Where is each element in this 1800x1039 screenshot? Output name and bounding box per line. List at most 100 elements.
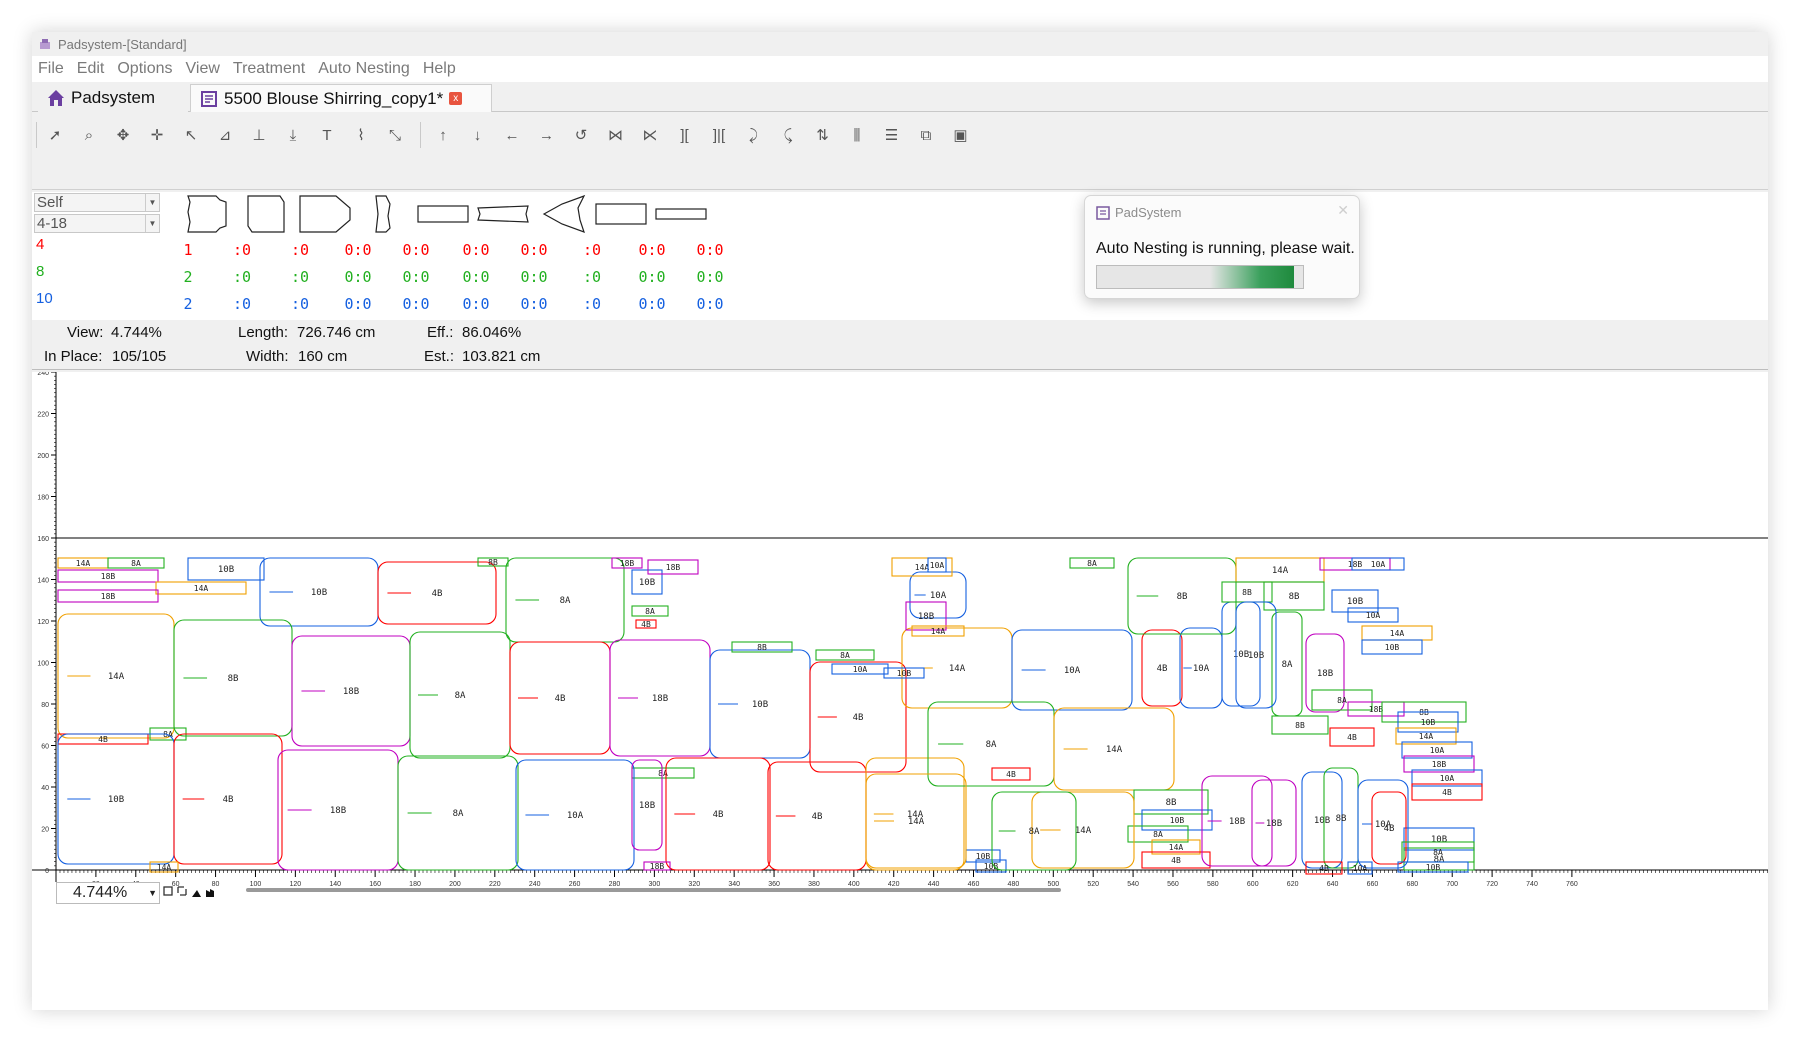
piece-label: 4B [1171, 856, 1181, 865]
menu-view[interactable]: View [180, 60, 227, 78]
piece-label: 4B [432, 589, 443, 599]
ruler-icon[interactable]: ⌇ [346, 121, 376, 149]
piece-label: 8B [1177, 592, 1188, 602]
curve-icon[interactable]: ⤹ [773, 121, 803, 149]
piece-count: 0:0 [344, 268, 372, 286]
width-value: 160 cm [298, 348, 348, 365]
piece-label: 10B [984, 862, 999, 871]
gap-icon[interactable]: ][ [670, 121, 700, 149]
x-tick-label: 600 [1247, 881, 1259, 888]
piece-label: 10B [311, 588, 327, 598]
piece-count: :0 [290, 241, 310, 259]
piece-label: 10B [108, 795, 124, 805]
columns-icon[interactable]: ⫼ [842, 121, 872, 149]
pointer-icon[interactable]: ↖ [176, 121, 206, 149]
menu-treatment[interactable]: Treatment [227, 60, 312, 78]
size-quantity[interactable]: 1 [160, 241, 216, 259]
piece-label: 14A [1169, 843, 1184, 852]
piece-count: 0:0 [696, 268, 724, 286]
drop-icon[interactable]: ⤓ [278, 121, 308, 149]
bend-icon[interactable]: ⤸ [739, 121, 769, 149]
menu-file[interactable]: File [32, 60, 71, 78]
space-icon[interactable]: ]|[ [704, 121, 734, 149]
stack-icon[interactable]: ⇅ [808, 121, 838, 149]
group-icon[interactable]: ⧉ [911, 121, 941, 149]
x-tick-label: 260 [569, 881, 581, 888]
piece-label: 8A [1029, 827, 1040, 837]
horizontal-scrollbar[interactable] [246, 888, 1061, 892]
menu-options[interactable]: Options [111, 60, 179, 78]
piece-label: 14A [108, 672, 125, 682]
piece-label: 18B [343, 687, 359, 697]
zoom-icon[interactable]: ⌕ [74, 121, 104, 149]
x-tick-label: 380 [808, 881, 820, 888]
marker-canvas[interactable]: 0204060801001201401601802002202402602040… [32, 329, 1768, 1010]
piece-thumb-cuff [477, 205, 529, 223]
menu-edit[interactable]: Edit [71, 60, 112, 78]
piece-label: 14A [1272, 566, 1289, 576]
size-label: 4 [36, 236, 45, 253]
fit-view-icon[interactable] [163, 886, 173, 896]
piece-thumb-band [417, 205, 469, 223]
zoom-select[interactable]: 4.744% ▼ [56, 882, 160, 904]
piece-label: 8A [560, 596, 571, 606]
tab-blouse-shirring[interactable]: 5500 Blouse Shirring_copy1* x [190, 84, 492, 112]
pan-icon[interactable]: ✛ [142, 121, 172, 149]
piece-label: 10A [1064, 666, 1081, 676]
y-tick-label: 20 [41, 827, 49, 834]
piece-label: 4B [1006, 770, 1016, 779]
menu-help[interactable]: Help [417, 60, 463, 78]
size-quantity[interactable]: 2 [160, 295, 216, 313]
text-icon[interactable]: T [312, 121, 342, 149]
x-tick-label: 320 [688, 881, 700, 888]
square-icon[interactable]: ▣ [946, 121, 976, 149]
mountain-icon[interactable] [192, 890, 201, 897]
move-up-icon[interactable]: ↑ [428, 121, 458, 149]
piece-label: 10B [1426, 863, 1441, 872]
piece-label: 14A [1106, 745, 1123, 755]
piece-label: 10A [1430, 746, 1445, 755]
piece-label: 8A [131, 559, 141, 568]
y-tick-label: 240 [37, 372, 49, 377]
piece-label: 8A [1087, 559, 1097, 568]
menu-auto-nesting[interactable]: Auto Nesting [312, 60, 417, 78]
close-icon[interactable]: x [449, 92, 463, 105]
rotate-icon[interactable]: ↺ [566, 121, 596, 149]
piece-count: 0:0 [402, 268, 430, 286]
piece-label: 4B [713, 810, 724, 820]
edit-angle-icon[interactable]: ⊿ [210, 121, 240, 149]
building-icon[interactable] [206, 889, 214, 897]
piece-label: 18B [330, 806, 346, 816]
piece-thumb-yoke [299, 195, 351, 233]
tab-padsystem[interactable]: Padsystem [38, 84, 188, 112]
piece-label: 8A [1337, 696, 1347, 705]
piece-count: :0 [232, 241, 252, 259]
piece-count: :0 [290, 268, 310, 286]
lines-icon[interactable]: ☰ [877, 121, 907, 149]
move-down-icon[interactable]: ↓ [463, 121, 493, 149]
fit-icon[interactable]: ⤡ [380, 121, 410, 149]
piece-label: 8B [228, 674, 239, 684]
size-quantity[interactable]: 2 [160, 268, 216, 286]
piece-label: 14A [915, 563, 930, 572]
pattern-doc-icon [201, 90, 217, 107]
size-range-select[interactable]: 4-18 ▼ [34, 214, 160, 233]
move-icon[interactable]: ✥ [108, 121, 138, 149]
chevron-down-icon: ▼ [148, 888, 157, 898]
piece-label: 10A [1193, 664, 1210, 674]
piece-label: 10B [1233, 650, 1249, 660]
move-right-icon[interactable]: → [532, 121, 562, 149]
close-icon[interactable]: ✕ [1337, 202, 1349, 219]
y-tick-label: 200 [37, 453, 49, 460]
fabric-select[interactable]: Self ▼ [34, 193, 160, 212]
flip-vertical-icon[interactable]: ⋈ [601, 121, 631, 149]
move-left-icon[interactable]: ← [497, 121, 527, 149]
align-icon[interactable]: ⊥ [244, 121, 274, 149]
select-arrow-icon[interactable]: ➚ [40, 121, 70, 149]
marker-svg[interactable]: 0204060801001201401601802002202402602040… [32, 329, 1768, 914]
zoom-value: 4.744% [73, 884, 128, 901]
expand-icon[interactable] [177, 886, 187, 896]
eff-label: Eff.: [427, 324, 454, 341]
flip-horizontal-icon[interactable]: ⋉ [635, 121, 665, 149]
piece-thumb-back [247, 195, 285, 233]
